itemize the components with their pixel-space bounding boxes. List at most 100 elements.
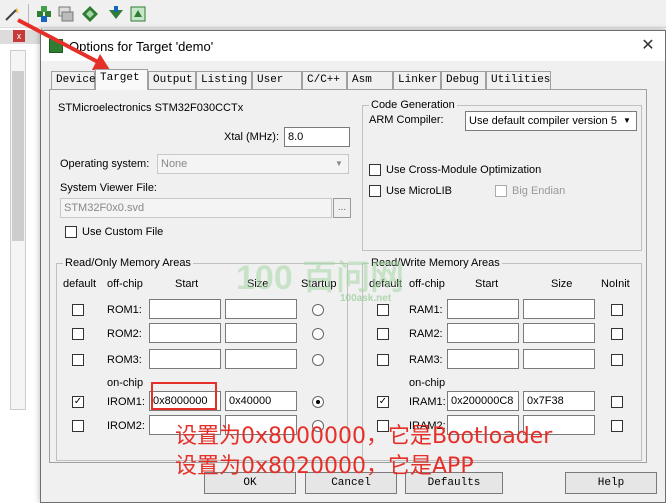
iram1-default-checkbox[interactable]: ✓	[377, 396, 389, 408]
ram3-size-input[interactable]	[523, 349, 595, 369]
big-endian-checkbox[interactable]	[495, 185, 507, 197]
chevron-down-icon: ▼	[623, 116, 631, 125]
arm-compiler-select[interactable]: Use default compiler version 5 ▼	[465, 111, 637, 131]
ram3-default-checkbox[interactable]	[377, 354, 389, 366]
ram1-noinit-checkbox[interactable]	[611, 304, 623, 316]
ram2-start-input[interactable]	[447, 323, 519, 343]
ram1-size-input[interactable]	[523, 299, 595, 319]
watermark-logo: 100 百问网	[236, 259, 405, 297]
ram3-noinit-checkbox[interactable]	[611, 354, 623, 366]
rom3-start-input[interactable]	[149, 349, 221, 369]
rom2-label: ROM2:	[107, 328, 142, 340]
arm-compiler-label: ARM Compiler:	[369, 114, 444, 126]
magic-wand-icon[interactable]	[2, 4, 22, 24]
download-arrow-icon[interactable]	[106, 4, 126, 24]
project-pane: x	[0, 28, 42, 503]
green-diamond-icon[interactable]	[80, 4, 100, 24]
rw-onchip-label: on-chip	[409, 377, 446, 389]
custom-file-label: Use Custom File	[82, 226, 164, 238]
rom3-label: ROM3:	[107, 354, 142, 366]
rom3-size-input[interactable]	[225, 349, 297, 369]
ram1-start-input[interactable]	[447, 299, 519, 319]
iram2-noinit-checkbox[interactable]	[611, 420, 623, 432]
rom1-default-checkbox[interactable]	[72, 304, 84, 316]
irom1-size-input[interactable]: 0x40000	[225, 391, 297, 411]
iram1-noinit-checkbox[interactable]	[611, 396, 623, 408]
stack-icon[interactable]	[56, 4, 76, 24]
ro-h-default: default	[63, 278, 97, 290]
tab-linker[interactable]: Linker	[393, 71, 441, 89]
big-endian-label: Big Endian	[512, 185, 566, 197]
pane-scrollbar[interactable]	[10, 50, 26, 410]
custom-file-checkbox[interactable]	[65, 226, 77, 238]
iram1-size-input[interactable]: 0x7F38	[523, 391, 595, 411]
ro-onchip-label: on-chip	[107, 377, 144, 389]
os-value: None	[161, 158, 188, 170]
tab-cc[interactable]: C/C++	[302, 71, 347, 89]
rom1-label: ROM1:	[107, 304, 142, 316]
os-label: Operating system:	[60, 158, 150, 170]
microlib-checkbox[interactable]	[369, 185, 381, 197]
ram2-default-checkbox[interactable]	[377, 328, 389, 340]
dialog-title: Options for Target 'demo'	[69, 39, 214, 54]
target-panel: STMicroelectronics STM32F030CCTx Xtal (M…	[49, 89, 647, 463]
cross-module-label: Use Cross-Module Optimization	[386, 164, 542, 176]
rom1-startup-radio[interactable]	[312, 304, 324, 316]
tab-utilities[interactable]: Utilities	[486, 71, 551, 89]
tab-debug[interactable]: Debug	[441, 71, 486, 89]
irom1-startup-radio[interactable]	[312, 396, 324, 408]
iram1-start-input[interactable]: 0x200000C8	[447, 391, 519, 411]
rw-h-noinit: NoInit	[601, 278, 630, 290]
ram1-default-checkbox[interactable]	[377, 304, 389, 316]
pane-header: x	[0, 30, 42, 44]
rom3-default-checkbox[interactable]	[72, 354, 84, 366]
map-icon[interactable]	[128, 4, 148, 24]
tab-output[interactable]: Output	[148, 71, 196, 89]
rom2-startup-radio[interactable]	[312, 328, 324, 340]
help-button[interactable]: Help	[565, 472, 657, 494]
ro-title: Read/Only Memory Areas	[63, 257, 193, 269]
pane-close-icon[interactable]: x	[13, 30, 25, 42]
rom2-default-checkbox[interactable]	[72, 328, 84, 340]
xtal-label: Xtal (MHz):	[224, 131, 279, 143]
highlight-box	[151, 382, 217, 410]
cross-module-checkbox[interactable]	[369, 164, 381, 176]
ram3-start-input[interactable]	[447, 349, 519, 369]
watermark-url: 100ask.net	[340, 293, 392, 304]
rom3-startup-radio[interactable]	[312, 354, 324, 366]
microlib-label: Use MicroLIB	[386, 185, 453, 197]
rom2-size-input[interactable]	[225, 323, 297, 343]
rom1-size-input[interactable]	[225, 299, 297, 319]
svf-input[interactable]: STM32F0x0.svd	[60, 198, 332, 218]
tab-listing[interactable]: Listing	[196, 71, 252, 89]
xtal-input[interactable]: 8.0	[284, 127, 350, 147]
tab-target[interactable]: Target	[95, 69, 148, 90]
close-icon[interactable]: ✕	[637, 35, 659, 57]
svf-label: System Viewer File:	[60, 182, 157, 194]
dialog-titlebar: Options for Target 'demo' ✕	[41, 31, 665, 61]
svf-browse-button[interactable]: ...	[333, 198, 351, 218]
tab-device[interactable]: Device	[51, 71, 96, 89]
ro-h-start: Start	[175, 278, 199, 290]
scrollbar-thumb[interactable]	[12, 71, 24, 241]
ram1-label: RAM1:	[409, 304, 443, 316]
annotation-bootloader: 设置为0x8000000，它是Bootloader	[175, 424, 553, 449]
ram2-noinit-checkbox[interactable]	[611, 328, 623, 340]
ram2-label: RAM2:	[409, 328, 443, 340]
arm-compiler-value: Use default compiler version 5	[469, 115, 617, 127]
rom1-start-input[interactable]	[149, 299, 221, 319]
irom2-default-checkbox[interactable]	[72, 420, 84, 432]
ram3-label: RAM3:	[409, 354, 443, 366]
tab-asm[interactable]: Asm	[347, 71, 393, 89]
load-icon[interactable]	[34, 4, 54, 24]
tab-user[interactable]: User	[252, 71, 302, 89]
os-select[interactable]: None ▼	[157, 154, 349, 174]
irom1-default-checkbox[interactable]: ✓	[72, 396, 84, 408]
rw-h-offchip: off-chip	[409, 278, 445, 290]
chevron-down-icon: ▼	[335, 159, 343, 168]
ram2-size-input[interactable]	[523, 323, 595, 343]
codegen-title: Code Generation	[369, 99, 457, 111]
keil-app-icon	[49, 39, 63, 53]
tab-strip: Device Target Output Listing User C/C++ …	[49, 69, 649, 90]
rom2-start-input[interactable]	[149, 323, 221, 343]
